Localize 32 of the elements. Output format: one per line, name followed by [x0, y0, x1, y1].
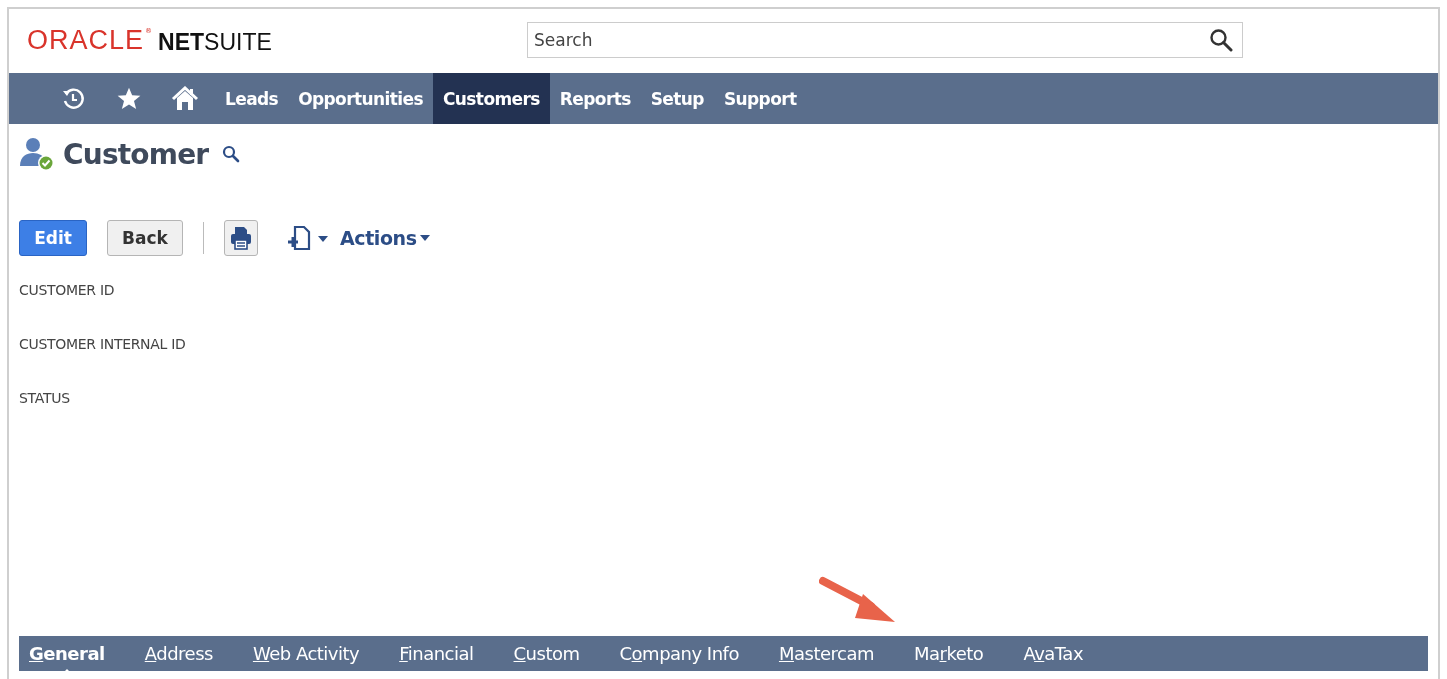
nav-tab[interactable]: Customers [432, 73, 550, 124]
field-label: CUSTOMER ID [19, 282, 116, 298]
print-button[interactable] [224, 220, 258, 256]
subtab[interactable]: Web Activity [249, 637, 363, 670]
back-button[interactable]: Back [107, 220, 183, 256]
history-icon[interactable] [61, 86, 85, 111]
search-icon[interactable] [1209, 28, 1233, 52]
subtab[interactable]: Mastercam [775, 637, 877, 670]
subtab[interactable]: Marketo [911, 637, 987, 670]
caret-icon [418, 234, 431, 242]
customer-icon [19, 136, 55, 172]
subtab[interactable]: Custom [510, 637, 583, 670]
actions-menu[interactable]: Actions [340, 227, 431, 249]
nav-tab[interactable]: Support [713, 73, 807, 124]
nav-tab[interactable]: Leads [215, 73, 289, 124]
printer-icon [230, 226, 252, 250]
oracle-netsuite-logo[interactable]: ORACLE$^{®}$ NETSUITE [27, 25, 527, 57]
subtab[interactable]: Company Info [616, 637, 742, 670]
subtab[interactable]: Address [141, 637, 216, 670]
page-title: Customer [63, 137, 209, 171]
nav-tab[interactable]: Setup [640, 73, 714, 124]
subtab[interactable]: AvaTax [1020, 637, 1087, 670]
search-field[interactable]: Search [527, 22, 1243, 58]
edit-button[interactable]: Edit [19, 220, 87, 256]
field-label: CUSTOMER INTERNAL ID [19, 336, 187, 352]
nav-tab[interactable]: Reports [549, 73, 641, 124]
subtab[interactable]: Financial [396, 637, 477, 670]
new-document-icon[interactable] [286, 224, 330, 252]
field-label: STATUS [19, 390, 71, 406]
home-icon[interactable] [171, 85, 199, 112]
nav-tab[interactable]: Opportunities [288, 73, 433, 124]
search-icon[interactable] [222, 145, 241, 163]
